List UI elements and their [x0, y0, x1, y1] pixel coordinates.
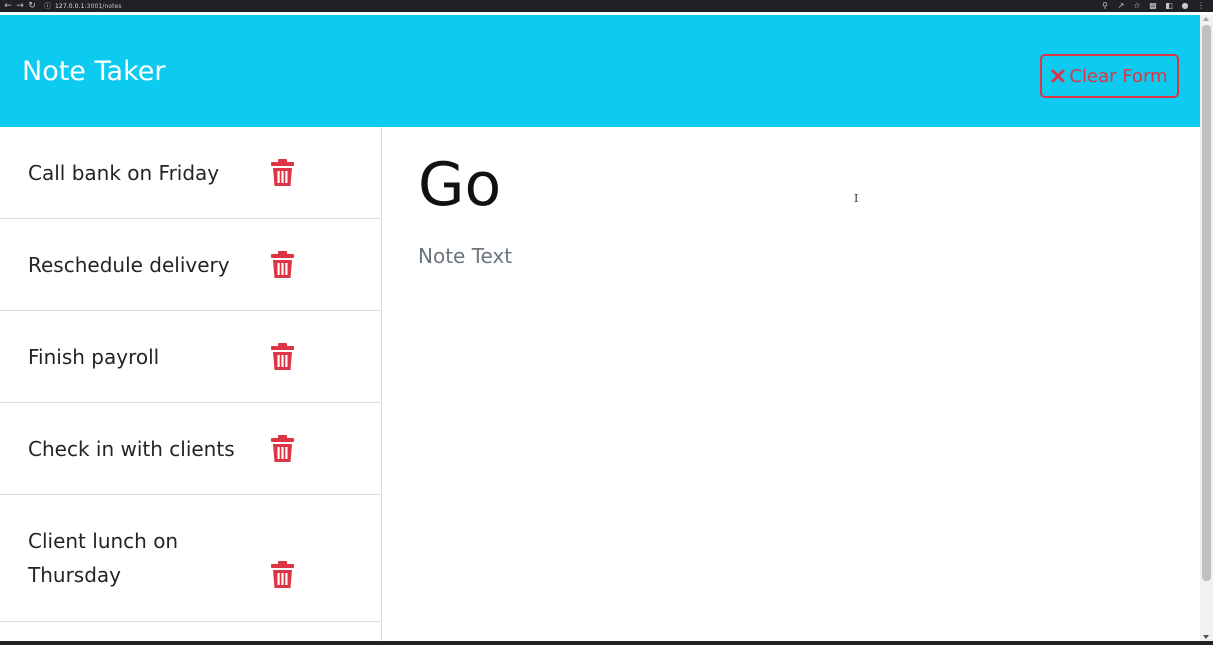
back-arrow-icon[interactable]: ←: [2, 0, 14, 12]
trash-icon[interactable]: [270, 561, 295, 589]
note-title: Finish payroll: [28, 345, 160, 369]
browser-actions: ⚲ ↗ ☆ ▩ ◧ ● ⋮: [1101, 0, 1205, 12]
list-item[interactable]: Reschedule delivery: [0, 219, 381, 311]
bookmark-star-icon[interactable]: ☆: [1133, 2, 1141, 10]
note-text-input[interactable]: [418, 239, 1158, 619]
scroll-down-icon[interactable]: [1203, 635, 1209, 639]
note-title: Reschedule delivery: [28, 253, 230, 277]
site-info-icon[interactable]: ⓘ: [44, 1, 51, 11]
list-item[interactable]: Check in with clients: [0, 403, 381, 495]
x-icon: [1051, 69, 1065, 83]
browser-toolbar: ← → ↻ ⓘ 127.0.0.1:3001/notes ⚲ ↗ ☆ ▩ ◧ ●…: [0, 0, 1213, 12]
list-item[interactable]: Call bank on Friday: [0, 127, 381, 219]
scroll-up-icon[interactable]: [1203, 17, 1209, 21]
zoom-icon[interactable]: ⚲: [1101, 2, 1109, 10]
address-bar[interactable]: 127.0.0.1:3001/notes: [55, 3, 122, 10]
note-editor: I: [382, 127, 1200, 645]
text-cursor-icon: I: [854, 192, 859, 205]
reload-icon[interactable]: ↻: [26, 0, 38, 12]
notes-list: Call bank on Friday Reschedule delivery …: [0, 127, 382, 645]
profile-icon[interactable]: ●: [1181, 2, 1189, 10]
list-item[interactable]: Finish payroll: [0, 311, 381, 403]
extensions-icon[interactable]: ▩: [1149, 2, 1157, 10]
share-icon[interactable]: ↗: [1117, 2, 1125, 10]
forward-arrow-icon[interactable]: →: [14, 0, 26, 12]
note-title: Check in with clients: [28, 437, 235, 461]
app-header: Note Taker Clear Form: [0, 15, 1200, 127]
menu-icon[interactable]: ⋮: [1197, 2, 1205, 10]
url-path: :3001/notes: [84, 2, 122, 10]
url-host: 127.0.0.1: [55, 2, 85, 10]
scroll-thumb[interactable]: [1202, 25, 1211, 581]
note-title: Client lunch on Thursday: [28, 529, 179, 587]
trash-icon[interactable]: [270, 435, 295, 463]
window-bottom-edge: [0, 641, 1213, 645]
sidebar-icon[interactable]: ◧: [1165, 2, 1173, 10]
brand-title[interactable]: Note Taker: [22, 56, 165, 88]
clear-form-button[interactable]: Clear Form: [1040, 54, 1179, 98]
note-title: Call bank on Friday: [28, 161, 220, 185]
note-title-input[interactable]: [418, 145, 1118, 225]
list-item[interactable]: Client lunch on Thursday: [0, 495, 381, 622]
clear-form-label: Clear Form: [1069, 65, 1168, 87]
trash-icon[interactable]: [270, 159, 295, 187]
trash-icon[interactable]: [270, 343, 295, 371]
page-scrollbar[interactable]: [1200, 15, 1213, 645]
trash-icon[interactable]: [270, 251, 295, 279]
